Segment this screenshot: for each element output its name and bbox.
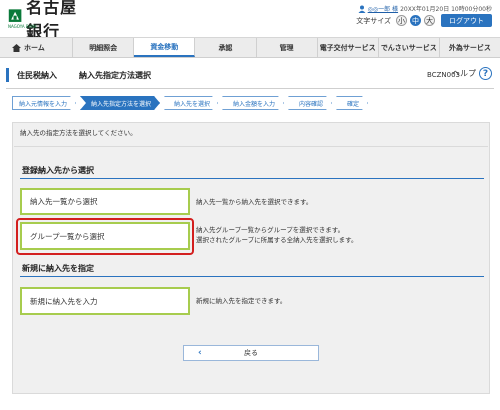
- select-from-payee-list-button[interactable]: 納入先一覧から選択: [20, 188, 190, 215]
- divider: [6, 88, 494, 89]
- font-size-small-button[interactable]: 小: [396, 15, 407, 26]
- page-category: 住民税納入: [17, 70, 57, 80]
- nav-statements[interactable]: 明細照会: [73, 38, 135, 57]
- nav-densai[interactable]: でんさいサービス: [379, 38, 440, 57]
- panel-divider: [14, 146, 488, 147]
- global-nav: ホーム 明細照会 資金移動 承認 管理 電子交付サービス でんさいサービス 外為…: [0, 37, 500, 58]
- back-label: 戻る: [244, 349, 258, 357]
- chevron-left-icon: ‹: [198, 348, 202, 358]
- title-accent-bar: [6, 68, 9, 82]
- step-5: 内容確認: [288, 96, 332, 110]
- nav-home[interactable]: ホーム: [0, 38, 74, 57]
- instruction-text: 納入先の指定方法を選択してください。: [20, 129, 137, 137]
- section-new-title: 新規に納入先を指定: [22, 264, 94, 273]
- step-6: 確定: [336, 96, 368, 110]
- step-2: 納入先指定方法を選択: [80, 96, 160, 110]
- nav-fund-transfer[interactable]: 資金移動: [134, 38, 196, 57]
- option2-description-line2: 選択されたグループに所属する全納入先を選択します。: [196, 236, 358, 244]
- user-info: ◎◎一郎 様 20XX年01月20日 10時00分00秒: [358, 4, 492, 13]
- user-name[interactable]: ◎◎一郎 様: [368, 4, 398, 13]
- page-title-bar: 住民税納入 納入先指定方法選択: [6, 64, 494, 86]
- font-size-medium-button[interactable]: 中: [410, 15, 421, 26]
- help-label: ヘルプ: [452, 69, 476, 78]
- bank-name: 名古屋銀行: [26, 0, 78, 41]
- font-size-large-button[interactable]: 大: [424, 15, 435, 26]
- back-button[interactable]: ‹ 戻る: [183, 345, 319, 361]
- help-icon: ?: [479, 67, 492, 80]
- step-3: 納入先を選択: [164, 96, 218, 110]
- nav-home-label: ホーム: [24, 43, 45, 52]
- section-registered-title: 登録納入先から選択: [22, 166, 94, 175]
- option1-description: 納入先一覧から納入先を選択できます。: [196, 198, 313, 206]
- nav-approval[interactable]: 承認: [195, 38, 257, 57]
- bank-logo: 名古屋銀行 NAGOYA BANK: [8, 0, 93, 41]
- font-size-controls: 文字サイズ 小 中 大 ログアウト: [356, 14, 492, 27]
- logout-button[interactable]: ログアウト: [441, 14, 492, 27]
- nav-forex[interactable]: 外為サービス: [440, 38, 500, 57]
- option3-description: 新規に納入先を指定できます。: [196, 297, 287, 305]
- section-new-underline: [20, 276, 484, 277]
- page-title: 納入先指定方法選択: [79, 70, 151, 80]
- option2-description-line1: 納入先グループ一覧からグループを選択できます。: [196, 226, 345, 234]
- section-registered-underline: [20, 178, 484, 179]
- step-indicator: 納入元情報を入力 納入先指定方法を選択 納入先を選択 納入金額を入力 内容確認 …: [12, 96, 372, 110]
- step-1: 納入元情報を入力: [12, 96, 76, 110]
- help-link[interactable]: ヘルプ ?: [452, 67, 492, 80]
- bank-name-sub: NAGOYA BANK: [8, 24, 37, 29]
- select-from-group-list-button[interactable]: グループ一覧から選択: [20, 222, 190, 250]
- home-icon: [12, 43, 21, 52]
- enter-new-payee-button[interactable]: 新規に納入先を入力: [20, 287, 190, 315]
- user-icon: [358, 5, 366, 13]
- nav-e-delivery[interactable]: 電子交付サービス: [318, 38, 379, 57]
- step-4: 納入金額を入力: [222, 96, 284, 110]
- nav-management[interactable]: 管理: [257, 38, 318, 57]
- login-datetime: 20XX年01月20日 10時00分00秒: [400, 6, 492, 13]
- font-size-label: 文字サイズ: [356, 16, 391, 25]
